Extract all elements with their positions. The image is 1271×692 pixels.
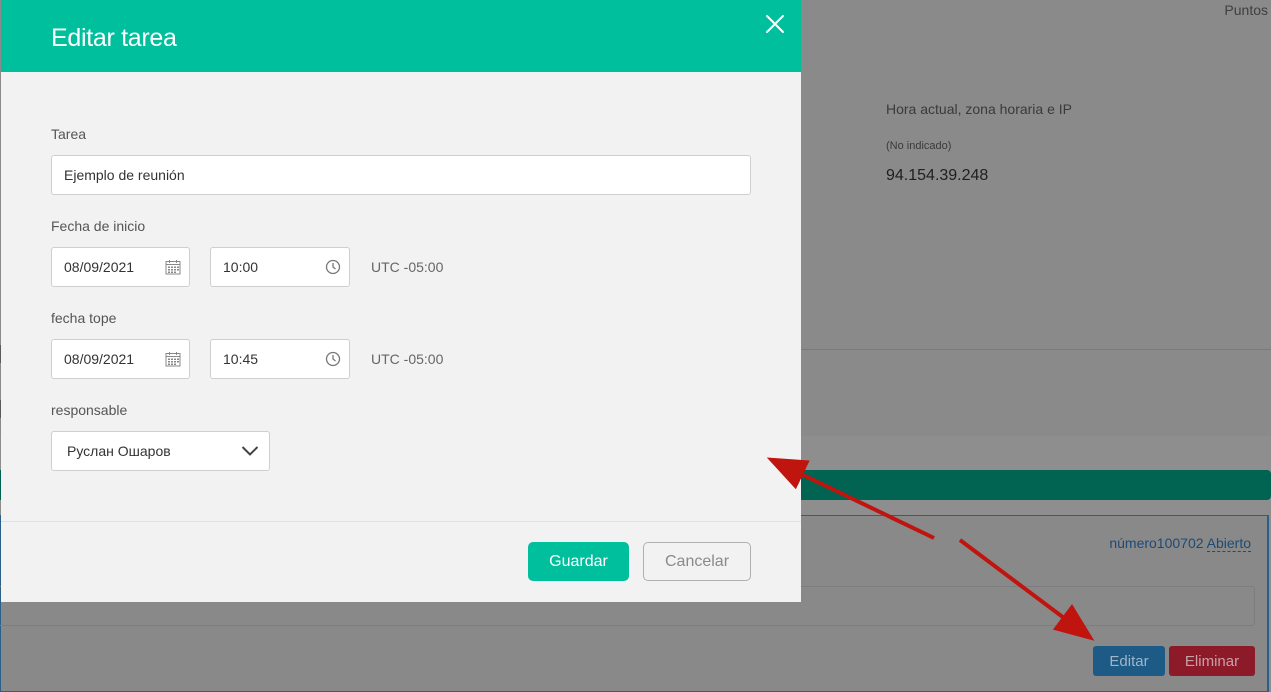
start-date-value: 08/09/2021 [64,259,135,275]
edit-button[interactable]: Editar [1093,646,1165,676]
chevron-down-icon [241,446,259,456]
delete-button[interactable]: Eliminar [1169,646,1255,676]
deadline-time-value: 10:45 [223,351,259,367]
footer-divider [1,521,801,522]
time-zone-value: (No indicado) [886,140,952,152]
deadline-timezone: UTC -05:00 [371,351,444,367]
status-link[interactable]: Abierto [1206,535,1251,552]
modal-title: Editar tarea [51,24,177,52]
responsible-value: Руслан Ошаров [67,443,171,459]
task-input[interactable]: Ejemplo de reunión [51,155,751,195]
start-date-label: Fecha de inicio [51,218,146,234]
responsible-select[interactable]: Руслан Ошаров [51,431,270,471]
task-number-label: número100702 [1109,535,1204,551]
edit-task-modal: Editar tarea Tarea Ejemplo de reunión Fe… [1,0,801,602]
close-icon [766,15,784,33]
task-number: número100702 Abierto [1109,535,1251,552]
responsible-label: responsable [51,402,128,418]
calendar-icon [165,260,181,275]
start-date-input[interactable]: 08/09/2021 [51,247,190,287]
close-button[interactable] [763,12,787,36]
deadline-time-input[interactable]: 10:45 [210,339,350,379]
modal-header: Editar tarea [1,0,801,72]
deadline-date-input[interactable]: 08/09/2021 [51,339,190,379]
start-time-value: 10:00 [223,259,259,275]
save-button[interactable]: Guardar [528,542,629,581]
cancel-button[interactable]: Cancelar [643,542,751,581]
task-label: Tarea [51,126,87,142]
divider [801,349,1271,350]
time-zone-ip-label: Hora actual, zona horaria e IP [886,101,1072,117]
deadline-date-value: 08/09/2021 [64,351,135,367]
clock-icon [325,259,341,275]
deadline-label: fecha tope [51,310,117,326]
clock-icon [325,351,341,367]
start-timezone: UTC -05:00 [371,259,444,275]
task-input-value: Ejemplo de reunión [64,167,185,183]
calendar-icon [165,352,181,367]
ip-address: 94.154.39.248 [886,167,989,184]
points-label: Puntos [1224,2,1268,18]
start-time-input[interactable]: 10:00 [210,247,350,287]
